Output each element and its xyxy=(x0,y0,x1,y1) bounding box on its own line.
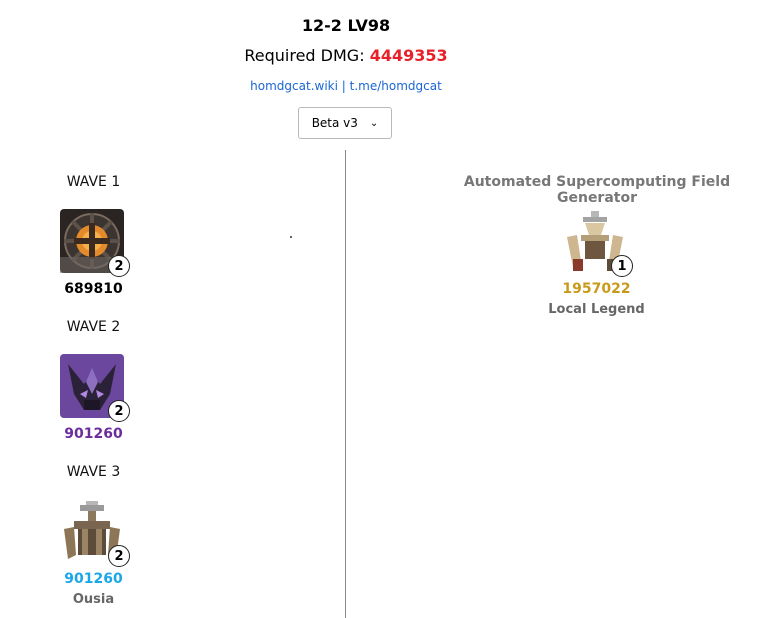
wave-3-label: WAVE 3 xyxy=(66,464,121,480)
boss-hp: 1957022 xyxy=(562,281,631,297)
wave-2-count-badge: 2 xyxy=(108,400,130,422)
wave-1-label: WAVE 1 xyxy=(66,174,121,190)
wave-3-hp: 901260 xyxy=(64,571,123,587)
links-row: homdgcat.wiki | t.me/homdgcat xyxy=(0,79,692,93)
boss-count-badge: 1 xyxy=(611,255,633,277)
chevron-down-icon: ⌄ xyxy=(369,117,379,129)
wave-2-enemy-portrait[interactable]: 2 xyxy=(60,354,130,422)
version-select-value: Beta v3 xyxy=(311,116,358,130)
boss-portrait[interactable]: 1 xyxy=(563,209,633,277)
wave-1-hp: 689810 xyxy=(64,281,123,297)
wave-3-enemy-name: Ousia xyxy=(72,592,115,607)
boss-title: Automated Supercomputing Field Generator xyxy=(463,174,731,206)
wave-2-hp: 901260 xyxy=(64,426,123,442)
required-damage: Required DMG: 4449353 xyxy=(0,46,692,65)
wave-1-count-badge: 2 xyxy=(108,255,130,277)
stage-title: 12-2 LV98 xyxy=(301,16,391,35)
stray-dot xyxy=(290,236,292,238)
required-label: Required DMG: xyxy=(244,46,365,65)
column-divider xyxy=(345,150,346,618)
boss-name: Local Legend xyxy=(548,302,645,317)
wave-2-label: WAVE 2 xyxy=(66,319,121,335)
wiki-link[interactable]: homdgcat.wiki xyxy=(250,79,338,93)
wave-3-count-badge: 2 xyxy=(108,545,130,567)
link-separator: | xyxy=(341,79,346,93)
telegram-link[interactable]: t.me/homdgcat xyxy=(350,79,442,93)
required-value: 4449353 xyxy=(369,46,448,65)
wave-1-enemy-portrait[interactable]: 2 xyxy=(60,209,130,277)
wave-3-enemy-portrait[interactable]: 2 xyxy=(60,499,130,567)
version-select[interactable]: Beta v3 ⌄ xyxy=(298,107,392,139)
